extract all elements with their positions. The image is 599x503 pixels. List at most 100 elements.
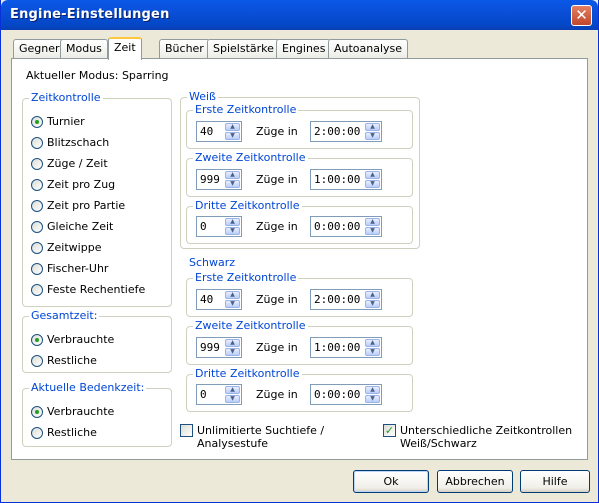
black-legend: Schwarz xyxy=(189,256,236,269)
arrow-up-icon[interactable]: ▲ xyxy=(225,171,240,179)
unlimited-depth-label-line1: Unlimitierte Suchtiefe / xyxy=(197,424,325,437)
help-button[interactable]: Hilfe xyxy=(520,470,590,493)
black-first-legend: Erste Zeitkontrolle xyxy=(195,271,297,284)
radio-circle xyxy=(31,179,43,191)
close-button[interactable]: ✕ xyxy=(571,5,592,26)
black-third-legend: Dritte Zeitkontrolle xyxy=(195,367,300,380)
arrow-down-icon[interactable]: ▼ xyxy=(365,132,380,140)
close-icon: ✕ xyxy=(575,6,588,24)
arrow-up-icon[interactable]: ▲ xyxy=(365,171,380,179)
radio-circle xyxy=(31,158,43,170)
radio-circle xyxy=(31,200,43,212)
arrow-up-icon[interactable]: ▲ xyxy=(365,291,380,299)
dialog-window: Engine-Einstellungen ✕ Gegner Modus Zeit… xyxy=(0,0,599,503)
radio-circle xyxy=(31,284,43,296)
tab-buecher[interactable]: Bücher xyxy=(159,39,210,59)
checkbox-box[interactable] xyxy=(180,424,193,437)
radio-circle xyxy=(31,116,43,128)
arrow-down-icon[interactable]: ▼ xyxy=(365,180,380,188)
radio-label: Verbrauchte xyxy=(47,405,115,418)
white-first-time-spinner[interactable]: 2:00:00 ▲ ▼ xyxy=(310,121,382,142)
white-second-moves-spinner[interactable]: 999 ▲ ▼ xyxy=(196,169,242,190)
black-first-time-spinner[interactable]: 2:00:00 ▲ ▼ xyxy=(310,289,382,310)
spinner-value[interactable]: 0:00:00 xyxy=(314,388,360,401)
black-second-legend: Zweite Zeitkontrolle xyxy=(195,319,306,332)
arrow-down-icon[interactable]: ▼ xyxy=(225,227,240,235)
radio-circle xyxy=(31,334,43,346)
spinner-value[interactable]: 0:00:00 xyxy=(314,220,360,233)
spinner-value[interactable]: 0 xyxy=(200,388,207,401)
tab-zeit[interactable]: Zeit xyxy=(108,37,142,60)
radio-circle xyxy=(31,355,43,367)
arrow-down-icon[interactable]: ▼ xyxy=(365,300,380,308)
arrow-up-icon[interactable]: ▲ xyxy=(365,339,380,347)
arrow-up-icon[interactable]: ▲ xyxy=(225,123,240,131)
tab-spielstaerke[interactable]: Spielstärke xyxy=(207,39,280,59)
spinner-value[interactable]: 1:00:00 xyxy=(314,341,360,354)
white-first-moves-spinner[interactable]: 40 ▲ ▼ xyxy=(196,121,242,142)
arrow-up-icon[interactable]: ▲ xyxy=(225,386,240,394)
arrow-up-icon[interactable]: ▲ xyxy=(365,386,380,394)
arrow-down-icon[interactable]: ▼ xyxy=(225,132,240,140)
radio-label: Züge / Zeit xyxy=(47,157,108,170)
radio-label: Restliche xyxy=(47,426,97,439)
window-title: Engine-Einstellungen xyxy=(10,7,170,22)
title-bar: Engine-Einstellungen ✕ xyxy=(1,0,598,30)
tab-panel-zeit: Aktueller Modus: Sparring Zeitkontrolle … xyxy=(11,58,588,460)
arrow-up-icon[interactable]: ▲ xyxy=(225,218,240,226)
arrow-down-icon[interactable]: ▼ xyxy=(225,180,240,188)
white-first-legend: Erste Zeitkontrolle xyxy=(195,103,297,116)
checkmark-icon: ✓ xyxy=(384,424,395,437)
arrow-up-icon[interactable]: ▲ xyxy=(225,339,240,347)
radio-label: Turnier xyxy=(47,115,85,128)
cancel-button[interactable]: Abbrechen xyxy=(437,470,513,493)
black-first-moves-spinner[interactable]: 40 ▲ ▼ xyxy=(196,289,242,310)
ok-button[interactable]: Ok xyxy=(353,470,429,493)
spinner-value[interactable]: 999 xyxy=(200,173,220,186)
arrow-up-icon[interactable]: ▲ xyxy=(225,291,240,299)
moves-in-label: Züge in xyxy=(256,173,298,186)
white-third-moves-spinner[interactable]: 0 ▲ ▼ xyxy=(196,216,242,237)
tab-autoanalyse[interactable]: Autoanalyse xyxy=(328,39,409,59)
white-third-legend: Dritte Zeitkontrolle xyxy=(195,199,300,212)
white-second-time-spinner[interactable]: 1:00:00 ▲ ▼ xyxy=(310,169,382,190)
arrow-down-icon[interactable]: ▼ xyxy=(225,300,240,308)
tab-gegner[interactable]: Gegner xyxy=(13,39,66,59)
moves-in-label: Züge in xyxy=(256,125,298,138)
spinner-value[interactable]: 1:00:00 xyxy=(314,173,360,186)
moves-in-label: Züge in xyxy=(256,388,298,401)
white-second-legend: Zweite Zeitkontrolle xyxy=(195,151,306,164)
moves-in-label: Züge in xyxy=(256,293,298,306)
radio-label: Fischer-Uhr xyxy=(47,262,109,275)
spinner-value[interactable]: 40 xyxy=(200,125,213,138)
white-third-time-spinner[interactable]: 0:00:00 ▲ ▼ xyxy=(310,216,382,237)
different-time-label-line1: Unterschiedliche Zeitkontrollen xyxy=(400,424,573,437)
checkbox-box[interactable]: ✓ xyxy=(383,424,396,437)
current-mode-label: Aktueller Modus: Sparring xyxy=(26,69,169,82)
radio-label: Restliche xyxy=(47,354,97,367)
black-third-time-spinner[interactable]: 0:00:00 ▲ ▼ xyxy=(310,384,382,405)
arrow-down-icon[interactable]: ▼ xyxy=(365,348,380,356)
black-second-moves-spinner[interactable]: 999 ▲ ▼ xyxy=(196,337,242,358)
tab-modus[interactable]: Modus xyxy=(60,39,108,59)
spinner-value[interactable]: 0 xyxy=(200,220,207,233)
arrow-up-icon[interactable]: ▲ xyxy=(365,123,380,131)
arrow-down-icon[interactable]: ▼ xyxy=(365,395,380,403)
radio-circle xyxy=(31,406,43,418)
tab-engines[interactable]: Engines xyxy=(276,39,332,59)
arrow-down-icon[interactable]: ▼ xyxy=(225,395,240,403)
spinner-value[interactable]: 2:00:00 xyxy=(314,125,360,138)
spinner-value[interactable]: 2:00:00 xyxy=(314,293,360,306)
black-third-moves-spinner[interactable]: 0 ▲ ▼ xyxy=(196,384,242,405)
black-second-time-spinner[interactable]: 1:00:00 ▲ ▼ xyxy=(310,337,382,358)
arrow-down-icon[interactable]: ▼ xyxy=(365,227,380,235)
thinking-time-legend: Aktuelle Bedenkzeit: xyxy=(31,381,145,394)
spinner-value[interactable]: 999 xyxy=(200,341,220,354)
radio-circle xyxy=(31,263,43,275)
spinner-value[interactable]: 40 xyxy=(200,293,213,306)
radio-label: Blitzschach xyxy=(47,136,110,149)
moves-in-label: Züge in xyxy=(256,220,298,233)
arrow-up-icon[interactable]: ▲ xyxy=(365,218,380,226)
arrow-down-icon[interactable]: ▼ xyxy=(225,348,240,356)
radio-circle xyxy=(31,137,43,149)
